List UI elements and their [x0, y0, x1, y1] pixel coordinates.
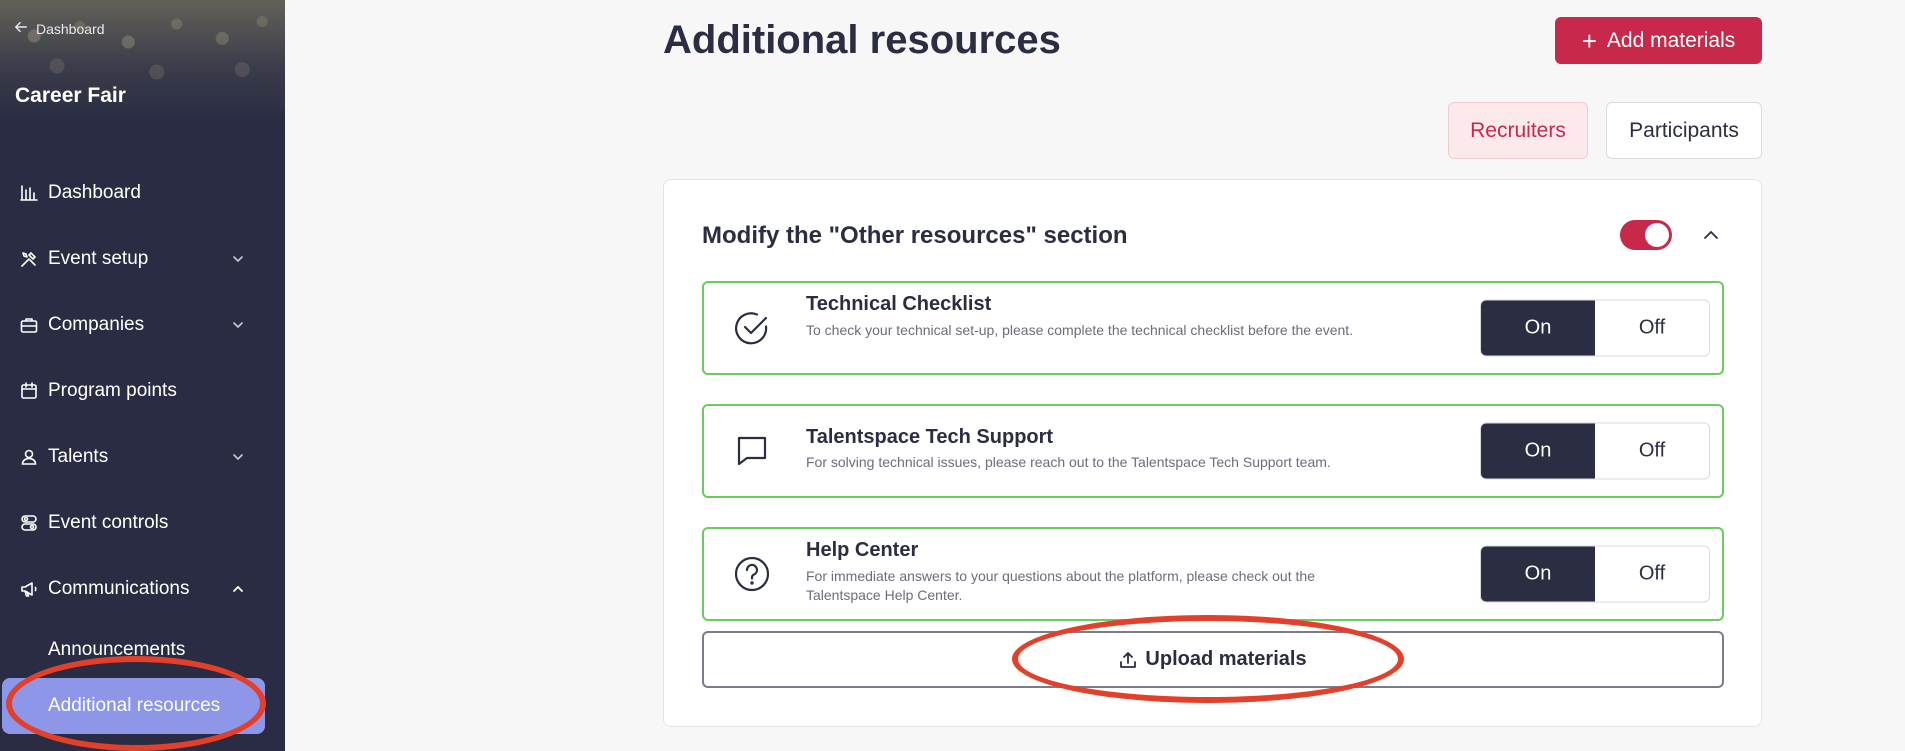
resource-title: Talentspace Tech Support — [806, 426, 1054, 448]
upload-materials-button[interactable]: Upload materials — [702, 631, 1724, 688]
on-option[interactable]: On — [1481, 546, 1595, 602]
add-materials-button[interactable]: + Add materials — [1555, 17, 1762, 64]
resource-item-help-center: Help Center For immediate answers to you… — [702, 527, 1724, 621]
tab-recruiters[interactable]: Recruiters — [1448, 102, 1588, 159]
user-icon — [18, 446, 40, 468]
add-materials-label: Add materials — [1606, 28, 1736, 52]
sidebar: Dashboard Career Fair Dashboard Event se… — [0, 0, 285, 751]
sidebar-subitem-label: Announcements — [48, 639, 186, 660]
resource-on-off-switch: On Off — [1480, 299, 1710, 357]
resource-description: For solving technical issues, please rea… — [806, 454, 1331, 470]
sidebar-nav: Dashboard Event setup Companies Program … — [0, 160, 285, 734]
back-to-dashboard-link[interactable]: Dashboard — [14, 20, 105, 37]
briefcase-icon — [18, 314, 40, 336]
sidebar-item-label: Companies — [48, 314, 145, 335]
sidebar-item-label: Event controls — [48, 512, 169, 533]
back-link-label: Dashboard — [36, 20, 105, 37]
resource-item-technical-checklist: Technical Checklist To check your techni… — [702, 281, 1724, 375]
chevron-down-icon — [233, 256, 243, 263]
sidebar-item-dashboard[interactable]: Dashboard — [0, 160, 285, 226]
chat-bubble-icon — [737, 436, 767, 466]
calendar-icon — [18, 380, 40, 402]
sidebar-item-event-controls[interactable]: Event controls — [0, 490, 285, 556]
sidebar-item-label: Dashboard — [48, 182, 141, 203]
resource-on-off-switch: On Off — [1480, 422, 1710, 480]
sidebar-item-event-setup[interactable]: Event setup — [0, 226, 285, 292]
sidebar-item-label: Talents — [48, 446, 109, 467]
chevron-up-icon[interactable] — [1701, 225, 1721, 245]
plus-icon: + — [1581, 25, 1597, 56]
section-enabled-toggle[interactable] — [1620, 220, 1672, 250]
chevron-down-icon — [233, 322, 243, 329]
sidebar-subitem-label: Additional resources — [48, 695, 221, 716]
other-resources-card: Modify the "Other resources" section Tec… — [663, 179, 1762, 727]
tab-participants[interactable]: Participants — [1606, 102, 1762, 159]
off-option[interactable]: Off — [1595, 300, 1709, 356]
page-title: Additional resources — [663, 18, 1061, 62]
off-option[interactable]: Off — [1595, 546, 1709, 602]
sidebar-subitem-additional-resources[interactable]: Additional resources — [2, 678, 265, 734]
resource-title: Help Center — [806, 539, 919, 561]
off-option[interactable]: Off — [1595, 423, 1709, 479]
check-circle-icon — [735, 312, 768, 345]
upload-materials-label: Upload materials — [1145, 648, 1307, 670]
event-title: Career Fair — [15, 84, 126, 107]
on-option[interactable]: On — [1481, 423, 1595, 479]
resource-description: To check your technical set-up, please c… — [806, 322, 1354, 338]
sidebar-item-talents[interactable]: Talents — [0, 424, 285, 490]
resource-description: For immediate answers to your questions … — [806, 568, 1315, 603]
chevron-up-icon — [233, 585, 243, 592]
sidebar-item-label: Event setup — [48, 248, 149, 269]
bar-chart-icon — [18, 182, 40, 204]
sidebar-item-label: Communications — [48, 578, 190, 599]
tools-icon — [18, 248, 40, 270]
chevron-down-icon — [233, 454, 243, 461]
sidebar-item-label: Program points — [48, 380, 177, 401]
megaphone-icon — [18, 578, 40, 600]
resource-item-tech-support: Talentspace Tech Support For solving tec… — [702, 404, 1724, 498]
upload-icon — [1120, 651, 1137, 668]
resource-title: Technical Checklist — [806, 293, 992, 315]
resource-on-off-switch: On Off — [1480, 545, 1710, 603]
arrow-left-icon — [14, 20, 28, 37]
sidebar-item-program-points[interactable]: Program points — [0, 358, 285, 424]
toggle-knob — [1645, 223, 1669, 247]
sidebar-subitem-announcements[interactable]: Announcements — [0, 622, 285, 678]
section-title: Modify the "Other resources" section — [702, 222, 1128, 249]
sidebar-item-companies[interactable]: Companies — [0, 292, 285, 358]
question-circle-icon — [734, 556, 770, 592]
sidebar-item-communications[interactable]: Communications — [0, 556, 285, 622]
on-option[interactable]: On — [1481, 300, 1595, 356]
controls-icon — [18, 512, 40, 534]
